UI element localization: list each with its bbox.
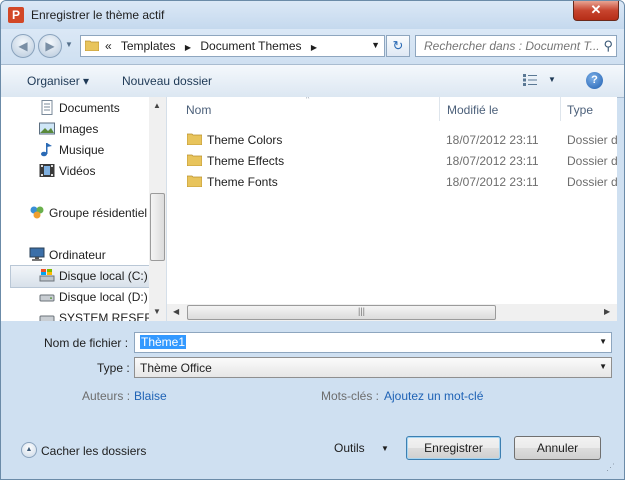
documents-icon [41,100,53,115]
filename-value[interactable]: Thème1 [140,335,187,349]
computer-icon [29,247,45,261]
nav-pane-scrollbar[interactable]: ▲ ▼ [149,97,166,321]
tools-dropdown-icon[interactable]: ▼ [381,444,389,453]
tools-button[interactable]: Outils [334,441,365,455]
file-row-theme-fonts[interactable]: Theme Fonts 18/07/2012 23:11 Dossier de … [167,171,617,192]
column-separator[interactable] [560,97,561,121]
scrollbar-grip-icon: ||| [358,306,366,316]
navigation-bar: ◀ ▶ ▼ « Templates ▶ Document Themes ▶ ▼ … [1,29,624,63]
authors-value[interactable]: Blaise [134,389,167,403]
file-type-value: Thème Office [140,361,212,375]
column-separator[interactable] [439,97,440,121]
window-title: Enregistrer le thème actif [31,8,165,22]
scroll-down-icon[interactable]: ▼ [153,307,161,316]
images-icon [39,122,55,135]
view-options-icon[interactable] [522,73,538,87]
folder-icon [187,154,202,166]
new-folder-button[interactable]: Nouveau dossier [122,74,212,88]
filename-label: Nom de fichier : [44,336,129,350]
file-list: Nom ^ Modifié le Type Theme Colors 18/07… [167,97,617,321]
file-type-select[interactable]: Thème Office ▼ [134,357,612,378]
folder-icon [187,133,202,145]
keywords-label: Mots-clés : [321,389,380,403]
navigation-pane: Documents Images Musique Vidéos Groupe r… [1,97,167,321]
homegroup-icon [30,206,44,219]
column-header-name[interactable]: Nom [186,103,211,127]
address-dropdown-icon[interactable]: ▼ [371,40,380,50]
back-button[interactable]: ◀ [11,34,35,58]
forward-button[interactable]: ▶ [38,34,62,58]
drive-c-icon [39,269,55,282]
title-bar[interactable]: P Enregistrer le thème actif ✕ [1,1,624,29]
resize-grip-icon[interactable]: ⋰ [606,462,615,473]
scroll-up-icon[interactable]: ▲ [153,101,161,110]
videos-icon [39,164,55,177]
music-icon [41,143,52,157]
drive-system-icon [39,315,55,321]
file-row-theme-effects[interactable]: Theme Effects 18/07/2012 23:11 Dossier d… [167,150,617,171]
breadcrumb-templates[interactable]: Templates [121,39,176,53]
command-bar: Organiser ▾ Nouveau dossier ▼ ? [1,64,624,98]
breadcrumb-separator-icon[interactable]: ▶ [311,43,317,52]
type-label: Type : [97,361,130,375]
folder-icon [187,175,202,187]
breadcrumb-separator-icon[interactable]: ▶ [185,43,191,52]
view-dropdown-icon[interactable]: ▼ [548,75,556,84]
authors-label: Auteurs : [82,389,131,403]
help-icon[interactable]: ? [586,72,603,89]
breadcrumb: « Templates ▶ Document Themes ▶ [105,39,323,53]
hide-folders-label: Cacher les dossiers [41,444,147,458]
scrollbar-thumb[interactable] [150,193,165,261]
scrollbar-thumb[interactable]: ||| [187,305,496,320]
refresh-button[interactable]: ↻ [386,35,410,57]
drive-d-icon [39,294,55,302]
filename-dropdown-icon[interactable]: ▼ [599,337,607,346]
file-list-horizontal-scrollbar[interactable]: ◀ ||| ▶ [167,304,617,321]
breadcrumb-overflow[interactable]: « [105,39,112,53]
keywords-value[interactable]: Ajoutez un mot-clé [384,389,483,403]
close-button[interactable]: ✕ [573,1,619,21]
address-bar[interactable]: « Templates ▶ Document Themes ▶ ▼ [80,35,385,57]
scroll-right-icon[interactable]: ▶ [604,307,610,316]
filename-field[interactable]: Thème1 ▼ [134,332,612,353]
save-button[interactable]: Enregistrer [406,436,501,460]
collapse-icon: ▲ [21,442,37,458]
search-icon[interactable]: ⚲ [603,38,613,54]
scroll-left-icon[interactable]: ◀ [173,307,179,316]
sort-ascending-icon: ^ [306,97,310,103]
folder-icon [85,40,99,51]
column-header-type[interactable]: Type [567,103,593,127]
recent-locations-dropdown[interactable]: ▼ [65,40,73,49]
file-type-dropdown-icon[interactable]: ▼ [599,362,607,371]
save-dialog: P Enregistrer le thème actif ✕ ◀ ▶ ▼ « T… [0,0,625,480]
file-row-theme-colors[interactable]: Theme Colors 18/07/2012 23:11 Dossier de… [167,129,617,150]
powerpoint-icon: P [8,7,24,23]
organize-button[interactable]: Organiser ▾ [27,74,89,88]
cancel-button[interactable]: Annuler [514,436,601,460]
breadcrumb-document-themes[interactable]: Document Themes [200,39,301,53]
search-input[interactable] [416,36,598,56]
column-header-modified[interactable]: Modifié le [447,103,498,127]
search-box[interactable]: ⚲ [415,35,617,57]
